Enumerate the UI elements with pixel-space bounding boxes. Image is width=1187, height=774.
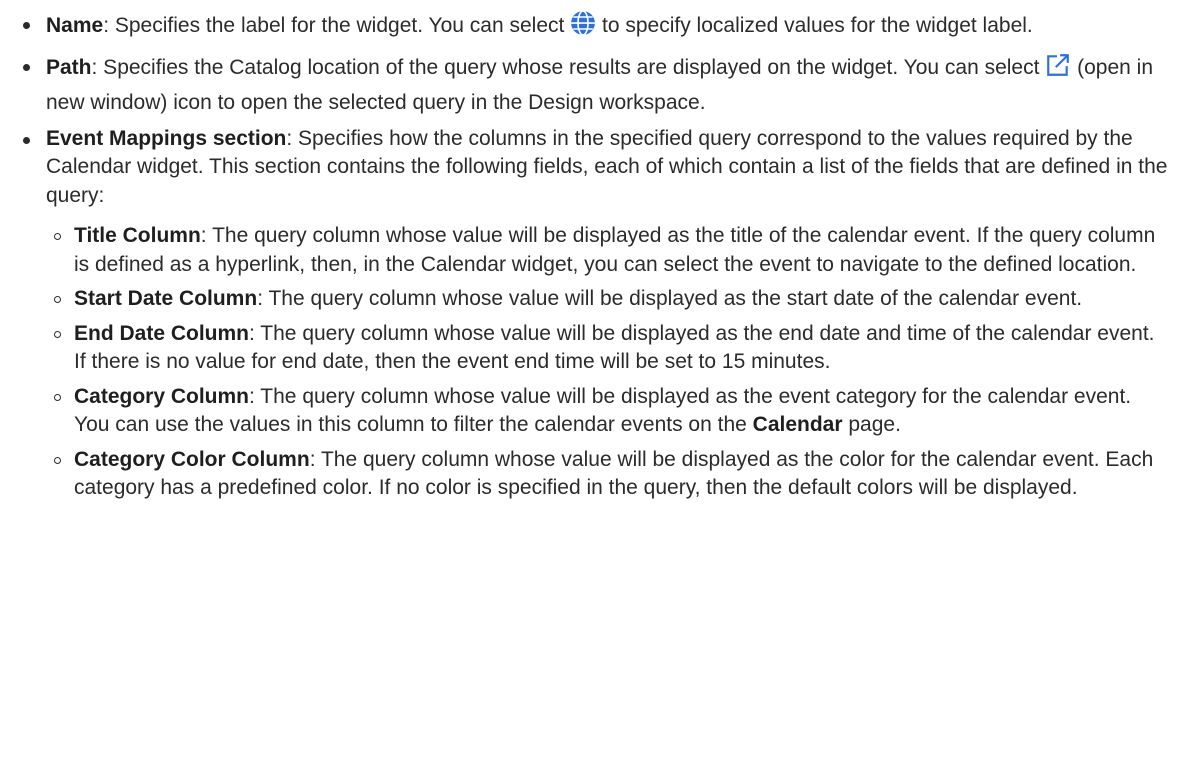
sublist-item-title-column: Title Column: The query column whose val… bbox=[46, 222, 1171, 279]
list-item-path: Path: Specifies the Catalog location of … bbox=[16, 52, 1171, 118]
term-title-column: Title Column bbox=[74, 224, 201, 247]
term-category-column: Category Column bbox=[74, 384, 250, 408]
field-list: Name: Specifies the label for the widget… bbox=[16, 10, 1171, 503]
document-body: Name: Specifies the label for the widget… bbox=[0, 0, 1187, 503]
calendar-page-name: Calendar bbox=[752, 413, 843, 436]
term-event-mappings: Event Mappings section bbox=[46, 126, 287, 150]
term-category-color-column: Category Color Column bbox=[74, 447, 310, 471]
name-description-start: : Specifies the label for the widget. Yo… bbox=[103, 14, 571, 37]
sublist-item-start-date-column: Start Date Column: The query column whos… bbox=[46, 285, 1171, 314]
sublist-item-end-date-column: End Date Column: The query column whose … bbox=[46, 320, 1171, 377]
path-description-start: : Specifies the Catalog location of the … bbox=[91, 55, 1046, 79]
category-column-description-end: page. bbox=[842, 413, 901, 436]
start-date-column-description: : The query column whose value will be d… bbox=[257, 287, 1083, 310]
term-path: Path bbox=[46, 55, 92, 79]
list-item-event-mappings: Event Mappings section: Specifies how th… bbox=[16, 125, 1171, 503]
globe-icon[interactable] bbox=[570, 10, 596, 45]
sublist-item-category-color-column: Category Color Column: The query column … bbox=[46, 446, 1171, 503]
title-column-description: : The query column whose value will be d… bbox=[74, 224, 1156, 276]
event-mappings-sublist: Title Column: The query column whose val… bbox=[46, 222, 1171, 503]
term-name: Name bbox=[46, 14, 104, 37]
list-item-name: Name: Specifies the label for the widget… bbox=[16, 10, 1171, 45]
term-end-date-column: End Date Column bbox=[74, 321, 250, 345]
term-start-date-column: Start Date Column bbox=[74, 287, 258, 310]
open-in-new-window-icon[interactable] bbox=[1045, 52, 1071, 87]
name-description-end: to specify localized values for the widg… bbox=[596, 14, 1033, 37]
sublist-item-category-column: Category Column: The query column whose … bbox=[46, 383, 1171, 440]
